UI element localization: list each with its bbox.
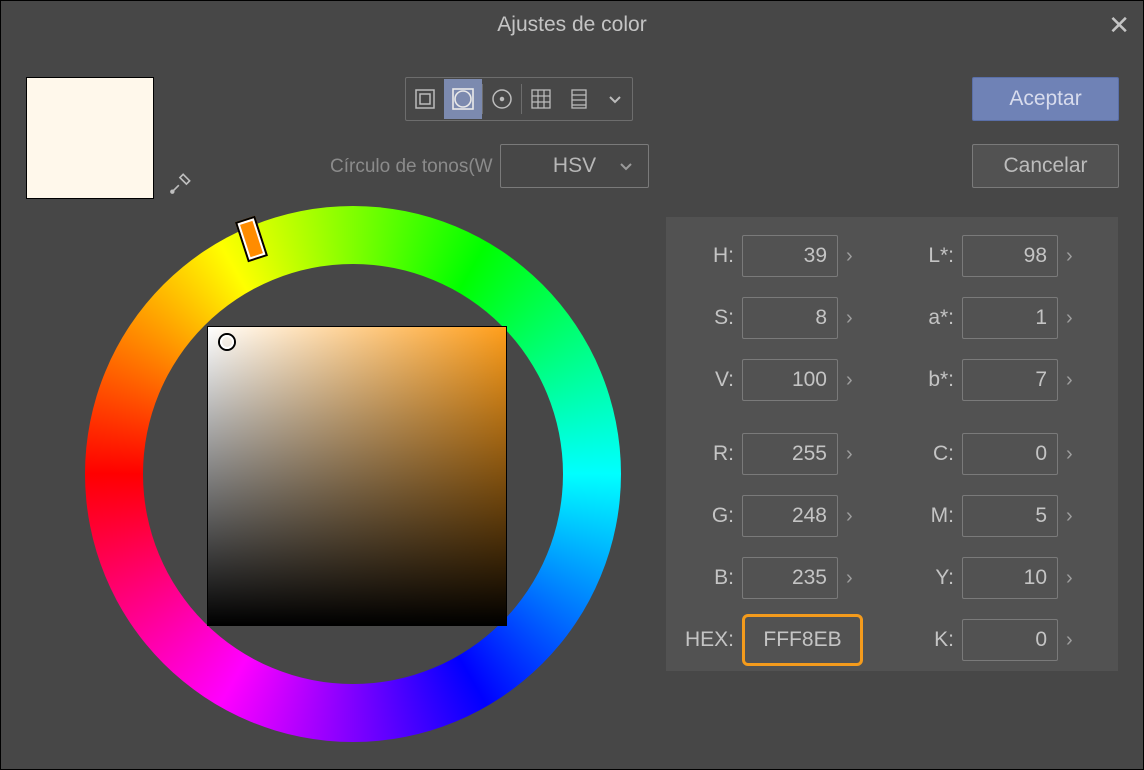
chevron-right-icon[interactable]: ›	[842, 369, 857, 392]
field-a: a*: 1›	[900, 297, 1077, 339]
field-b: B: 235›	[680, 557, 857, 599]
hue-wheel[interactable]	[85, 206, 621, 742]
input-M[interactable]: 5	[962, 495, 1058, 537]
chevron-right-icon[interactable]: ›	[1062, 307, 1077, 330]
field-C: C: 0›	[900, 433, 1077, 475]
color-model-value: HSV	[553, 154, 596, 178]
mode-swatches-icon[interactable]	[522, 79, 560, 119]
field-K: K: 0›	[900, 619, 1077, 661]
label-v: V:	[680, 368, 734, 392]
chevron-right-icon[interactable]: ›	[842, 567, 857, 590]
label-r: R:	[680, 442, 734, 466]
input-bstar[interactable]: 7	[962, 359, 1058, 401]
label-L: L*:	[900, 244, 954, 268]
current-color-swatch	[26, 77, 154, 199]
label-K: K:	[900, 628, 954, 652]
label-hex: HEX:	[680, 628, 734, 652]
cancel-button[interactable]: Cancelar	[972, 144, 1119, 188]
label-b: B:	[680, 566, 734, 590]
label-h: H:	[680, 244, 734, 268]
input-L[interactable]: 98	[962, 235, 1058, 277]
field-Y: Y: 10›	[900, 557, 1077, 599]
mode-ring-square-icon[interactable]	[444, 79, 482, 119]
chevron-right-icon[interactable]: ›	[1062, 245, 1077, 268]
chevron-right-icon[interactable]: ›	[1062, 505, 1077, 528]
label-a: a*:	[900, 306, 954, 330]
chevron-right-icon[interactable]: ›	[842, 307, 857, 330]
mode-circle-icon[interactable]	[483, 79, 521, 119]
dialog-title: Ajustes de color	[497, 13, 646, 37]
sv-marker[interactable]	[218, 333, 236, 351]
cancel-label: Cancelar	[1003, 154, 1087, 178]
mode-strip-icon[interactable]	[560, 79, 598, 119]
eyedropper-icon[interactable]	[168, 170, 194, 196]
input-g[interactable]: 248	[742, 495, 838, 537]
chevron-right-icon[interactable]: ›	[1062, 567, 1077, 590]
color-values-panel: H:39› S:8› V:100› R:255› G:248› B:235› H…	[666, 217, 1118, 671]
label-Y: Y:	[900, 566, 954, 590]
picker-type-label: Círculo de tonos(W	[330, 156, 493, 178]
chevron-right-icon[interactable]: ›	[842, 245, 857, 268]
chevron-right-icon[interactable]: ›	[1062, 443, 1077, 466]
chevron-right-icon[interactable]: ›	[842, 443, 857, 466]
field-g: G: 248›	[680, 495, 857, 537]
close-icon[interactable]: ✕	[1108, 10, 1130, 41]
input-v[interactable]: 100	[742, 359, 838, 401]
dialog-titlebar: Ajustes de color ✕	[0, 0, 1144, 50]
input-r[interactable]: 255	[742, 433, 838, 475]
chevron-right-icon[interactable]: ›	[1062, 369, 1077, 392]
chevron-right-icon[interactable]: ›	[842, 505, 857, 528]
picker-mode-toolbar	[405, 77, 633, 121]
input-a[interactable]: 1	[962, 297, 1058, 339]
field-r: R: 255›	[680, 433, 857, 475]
color-model-select[interactable]: HSV	[500, 144, 649, 188]
label-g: G:	[680, 504, 734, 528]
saturation-value-box[interactable]	[207, 326, 507, 626]
mode-square-icon[interactable]	[406, 79, 444, 119]
field-bstar: b*: 7›	[900, 359, 1077, 401]
input-s[interactable]: 8	[742, 297, 838, 339]
mode-dropdown-icon[interactable]	[598, 79, 632, 119]
input-h[interactable]: 39	[742, 235, 838, 277]
field-h: H: 39›	[680, 235, 857, 277]
input-Y[interactable]: 10	[962, 557, 1058, 599]
field-s: S: 8›	[680, 297, 857, 339]
label-s: S:	[680, 306, 734, 330]
input-C[interactable]: 0	[962, 433, 1058, 475]
input-b[interactable]: 235	[742, 557, 838, 599]
chevron-right-icon[interactable]: ›	[1062, 629, 1077, 652]
field-L: L*: 98›	[900, 235, 1077, 277]
input-hex[interactable]: FFF8EB	[742, 614, 863, 666]
field-v: V: 100›	[680, 359, 857, 401]
field-M: M: 5›	[900, 495, 1077, 537]
accept-label: Aceptar	[1009, 87, 1081, 111]
accept-button[interactable]: Aceptar	[972, 77, 1119, 121]
label-C: C:	[900, 442, 954, 466]
input-K[interactable]: 0	[962, 619, 1058, 661]
label-bstar: b*:	[900, 368, 954, 392]
field-hex: HEX:FFF8EB	[680, 619, 863, 661]
chevron-down-icon	[618, 158, 634, 174]
color-settings-dialog: Ajustes de color ✕	[0, 0, 1144, 770]
label-M: M:	[900, 504, 954, 528]
